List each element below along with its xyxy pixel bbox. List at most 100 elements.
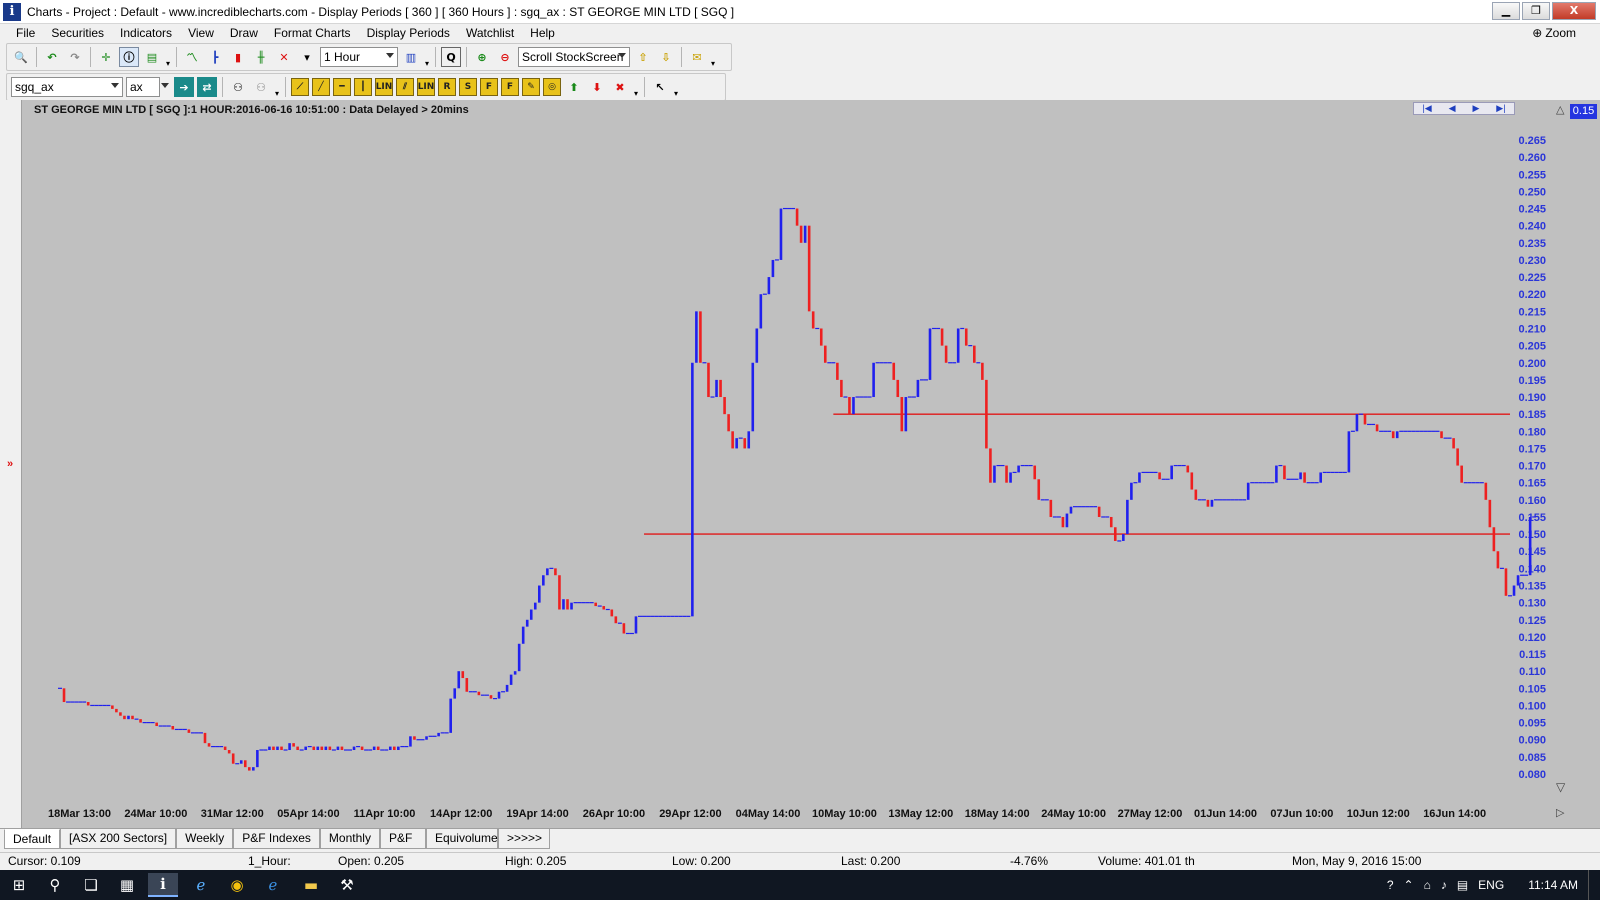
edge-icon[interactable]: ℯ — [258, 873, 288, 897]
search-icon[interactable]: ⚲ — [40, 873, 70, 897]
tool-icon[interactable]: ⚒ — [332, 873, 362, 897]
price-bar — [336, 746, 340, 751]
price-bar — [799, 225, 803, 243]
price-bar — [836, 362, 839, 380]
clock[interactable]: 11:14 AM — [1528, 878, 1578, 892]
price-bar — [747, 431, 751, 449]
price-bar — [904, 397, 908, 432]
y-tick-label: 0.080 — [1518, 769, 1546, 781]
price-bar — [1009, 472, 1012, 483]
price-chart[interactable]: 0.265 0.260 0.255 0.250 0.245 0.240 0.235 0.230… — [0, 0, 1600, 828]
x-tick-label: 07Jun 10:00 — [1270, 808, 1333, 820]
price-bar — [328, 746, 332, 751]
network-icon[interactable]: ⌂ — [1424, 878, 1431, 892]
price-bar — [1005, 465, 1008, 483]
price-bar — [1033, 465, 1037, 480]
nav-prev-icon[interactable]: ◀ — [1449, 103, 1456, 114]
y-tick-label: 0.095 — [1518, 718, 1546, 730]
price-bar — [127, 715, 130, 720]
price-bar — [360, 746, 364, 751]
price-bar — [1194, 489, 1198, 500]
scale-badge[interactable]: 0.15 — [1570, 104, 1597, 119]
price-bar — [187, 729, 191, 733]
price-bar — [86, 702, 90, 706]
y-tick-label: 0.200 — [1518, 358, 1546, 370]
help-icon[interactable]: ? — [1387, 878, 1394, 892]
start-icon[interactable]: ⊞ — [4, 873, 34, 897]
price-bar — [1391, 431, 1395, 439]
chrome-icon[interactable]: ◉ — [222, 873, 252, 897]
x-tick-label: 10Jun 12:00 — [1347, 808, 1410, 820]
tab-asx200-sectors[interactable]: [ASX 200 Sectors] — [60, 829, 177, 849]
x-tick-label: 04May 14:00 — [736, 808, 801, 820]
price-bar — [731, 431, 734, 449]
y-tick-label: 0.240 — [1518, 221, 1546, 233]
price-bar — [691, 362, 694, 617]
price-bar — [1452, 438, 1455, 449]
price-bar — [1283, 465, 1286, 480]
y-tick-label: 0.090 — [1518, 735, 1546, 747]
ie-icon[interactable]: ℯ — [186, 873, 216, 897]
price-bar — [517, 643, 521, 672]
tab-weekly[interactable]: Weekly — [176, 829, 234, 849]
y-tick-label: 0.145 — [1518, 546, 1546, 558]
notification-icon[interactable]: ▤ — [1457, 878, 1468, 892]
price-bar — [62, 688, 66, 703]
incredible-charts-icon[interactable]: ℹ — [148, 873, 178, 897]
chart-nav: |◀ ◀ ▶ ▶| — [1413, 102, 1515, 115]
scale-up-icon[interactable]: △ — [1556, 103, 1564, 116]
x-tick-label: 27May 12:00 — [1118, 808, 1183, 820]
price-bar — [1456, 448, 1459, 466]
tab-more[interactable]: >>>>> — [497, 829, 550, 849]
price-bar — [570, 602, 573, 610]
language-indicator[interactable]: ENG — [1478, 878, 1504, 892]
show-desktop-button[interactable] — [1588, 870, 1594, 900]
x-tick-label: 24May 10:00 — [1041, 808, 1106, 820]
tab-pf[interactable]: P&F — [379, 829, 426, 849]
price-bar — [767, 277, 771, 295]
y-tick-label: 0.125 — [1518, 615, 1546, 627]
price-bar — [533, 602, 537, 610]
price-bar — [940, 328, 944, 346]
nav-first-icon[interactable]: |◀ — [1422, 103, 1431, 114]
price-bar — [602, 606, 606, 610]
tab-equivolume[interactable]: Equivolume — [425, 829, 498, 849]
x-tick-label: 29Apr 12:00 — [659, 808, 721, 820]
task-view-icon[interactable]: ❏ — [76, 873, 106, 897]
x-tick-label: 18Mar 13:00 — [48, 808, 111, 820]
price-bar — [1130, 482, 1133, 500]
price-bar — [840, 379, 843, 398]
chevron-up-icon[interactable]: ⌃ — [1404, 878, 1414, 892]
price-bar — [1170, 465, 1173, 480]
price-bar — [239, 760, 243, 764]
y-tick-label: 0.115 — [1519, 649, 1546, 661]
price-bar — [1512, 585, 1516, 596]
calculator-icon[interactable]: ▦ — [112, 873, 142, 897]
price-bar — [304, 746, 307, 751]
price-bar — [610, 609, 614, 617]
price-bar — [171, 726, 175, 730]
price-bar — [989, 448, 992, 483]
price-bar — [928, 328, 932, 380]
price-bar — [1037, 479, 1041, 500]
tab-monthly[interactable]: Monthly — [319, 829, 380, 849]
y-tick-label: 0.155 — [1518, 512, 1546, 524]
scroll-right-icon[interactable]: ▷ — [1556, 806, 1564, 819]
scale-down-icon[interactable]: ▽ — [1556, 780, 1565, 794]
price-bar — [1299, 472, 1302, 480]
system-tray: ? ⌃ ⌂ ♪ ▤ ENG 11:14 AM — [1387, 870, 1594, 900]
price-bar — [1375, 424, 1379, 432]
nav-next-icon[interactable]: ▶ — [1472, 103, 1479, 114]
explorer-icon[interactable]: ▬ — [296, 873, 326, 897]
price-bar — [256, 750, 259, 768]
tab-pf-indexes[interactable]: P&F Indexes — [233, 829, 320, 849]
price-bar — [268, 746, 271, 751]
price-bar — [248, 767, 251, 771]
status-period: 1_Hour: — [248, 854, 291, 868]
volume-icon[interactable]: ♪ — [1441, 878, 1447, 892]
tab-default[interactable]: Default — [4, 829, 61, 849]
y-tick-label: 0.220 — [1518, 289, 1546, 301]
nav-last-icon[interactable]: ▶| — [1496, 103, 1505, 114]
price-bar — [1017, 465, 1020, 473]
price-bar — [779, 208, 783, 260]
